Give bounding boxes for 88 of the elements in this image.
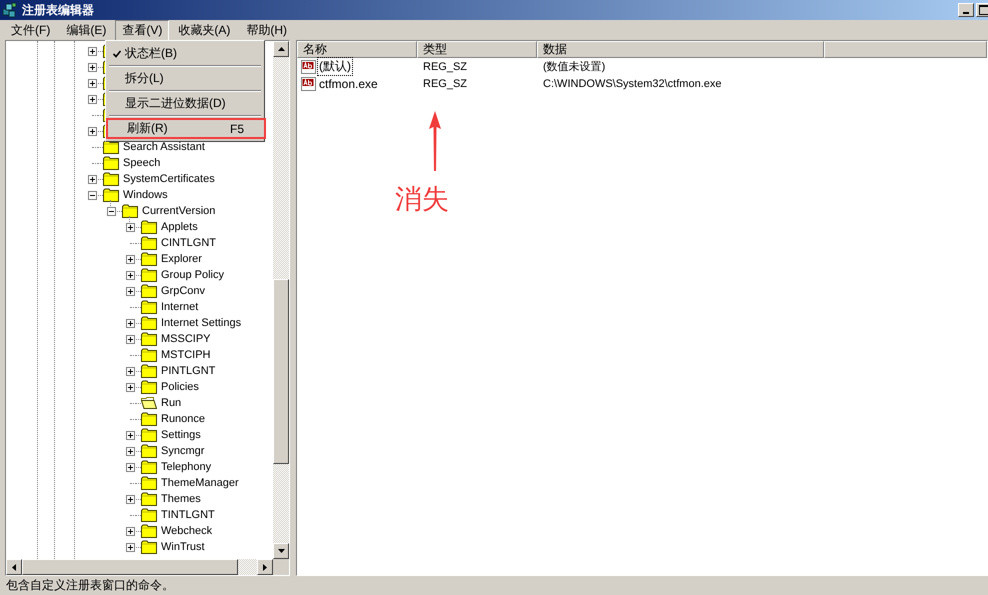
down-arrow-icon <box>278 549 284 553</box>
expand-icon[interactable] <box>126 542 135 552</box>
string-value-icon <box>301 58 317 74</box>
menu-item[interactable]: 帮助(H) <box>239 20 294 40</box>
value-type: REG_SZ <box>422 78 468 90</box>
tree-item[interactable]: Internet Settings <box>161 317 242 329</box>
menu-option[interactable]: 显示二进位数据(D) <box>108 93 262 114</box>
tree-item[interactable]: Syncmgr <box>161 445 204 457</box>
expand-icon[interactable] <box>126 494 135 504</box>
expand-icon[interactable] <box>126 334 135 344</box>
expand-icon[interactable] <box>126 286 135 296</box>
tree-item[interactable]: Webcheck <box>161 525 212 537</box>
expand-icon[interactable] <box>126 222 135 232</box>
expand-icon[interactable] <box>88 78 97 88</box>
window-title: 注册表编辑器 <box>22 2 94 18</box>
scroll-right-button[interactable] <box>257 559 273 575</box>
tree-item[interactable]: Policies <box>161 381 199 393</box>
expand-icon[interactable] <box>88 174 97 184</box>
expand-icon[interactable] <box>88 94 97 104</box>
tree-item[interactable]: Applets <box>161 221 198 233</box>
scroll-down-button[interactable] <box>273 543 289 559</box>
maximize-icon <box>979 5 988 15</box>
tree-item[interactable]: MSSCIPY <box>161 333 211 345</box>
tree-item[interactable]: WinTrust <box>161 541 205 553</box>
up-arrow-icon <box>278 47 284 51</box>
expand-icon[interactable] <box>126 446 135 456</box>
menu-item[interactable]: 编辑(E) <box>59 20 114 40</box>
status-text: 包含自定义注册表窗口的命令。 <box>5 577 175 594</box>
left-arrow-icon <box>12 564 16 570</box>
tree-item[interactable]: Speech <box>123 157 160 169</box>
tree-item[interactable]: Themes <box>161 493 201 505</box>
expand-icon[interactable] <box>126 462 135 472</box>
expand-icon[interactable] <box>126 366 135 376</box>
expand-icon[interactable] <box>126 270 135 280</box>
value-name[interactable]: ctfmon.exe <box>317 76 380 92</box>
column-header[interactable]: 数据 <box>537 41 824 58</box>
minimize-button[interactable] <box>958 3 974 17</box>
value-data: C:\WINDOWS\System32\ctfmon.exe <box>542 78 722 90</box>
annotation-text: 消失 <box>395 183 449 216</box>
expand-icon[interactable] <box>126 318 135 328</box>
horizontal-scrollbar[interactable] <box>6 559 289 575</box>
tree-item[interactable]: Settings <box>161 429 201 441</box>
menu-option[interactable]: 刷新(R) F5 <box>106 118 266 139</box>
scroll-left-button[interactable] <box>6 559 22 575</box>
menu-option[interactable]: 拆分(L) <box>108 68 262 89</box>
tree-item[interactable]: PINTLGNT <box>161 365 216 377</box>
tree-item[interactable]: TINTLGNT <box>161 509 215 521</box>
expand-icon[interactable] <box>126 430 135 440</box>
expand-icon[interactable] <box>126 382 135 392</box>
collapse-icon[interactable] <box>107 206 116 216</box>
string-value-icon <box>301 76 317 92</box>
collapse-icon[interactable] <box>88 190 97 200</box>
scroll-thumb[interactable] <box>22 559 238 575</box>
scroll-thumb[interactable] <box>273 279 289 464</box>
column-header[interactable]: 名称 <box>297 41 417 58</box>
tree-item[interactable]: Windows <box>123 189 168 201</box>
tree-item[interactable]: Telephony <box>161 461 212 473</box>
menu-item[interactable]: 收藏夹(A) <box>171 20 238 40</box>
arrow-drawing <box>428 111 442 171</box>
tree-item[interactable]: MSTCIPH <box>161 349 210 361</box>
tree-item[interactable]: GrpConv <box>161 285 206 297</box>
tree-item[interactable]: Explorer <box>161 253 202 265</box>
tree-item[interactable]: CurrentVersion <box>142 205 216 217</box>
menu-option[interactable]: 状态栏(B) <box>108 43 262 64</box>
menu-item[interactable]: 文件(F) <box>4 20 58 40</box>
tree-item[interactable]: Internet <box>161 301 198 313</box>
tree-item[interactable]: Run <box>161 397 182 409</box>
tree-item[interactable]: Search Assistant <box>123 141 205 153</box>
tree-item[interactable]: Runonce <box>161 413 206 425</box>
value-name[interactable]: (默认) <box>317 57 353 76</box>
scroll-up-button[interactable] <box>273 41 289 57</box>
tree-item[interactable]: SystemCertificates <box>123 173 215 185</box>
expand-icon[interactable] <box>88 46 97 56</box>
expand-icon[interactable] <box>88 126 97 136</box>
tree-item[interactable]: ThemeManager <box>161 477 239 489</box>
tree-item[interactable]: Group Policy <box>161 269 224 281</box>
tree-item[interactable]: CINTLGNT <box>161 237 216 249</box>
value-data: (数值未设置) <box>542 60 606 74</box>
scrollbar-corner <box>273 559 289 575</box>
value-type: REG_SZ <box>422 60 468 72</box>
expand-icon[interactable] <box>126 254 135 264</box>
maximize-button[interactable] <box>976 3 988 17</box>
registry-icon <box>2 2 18 18</box>
column-header[interactable]: 类型 <box>417 41 537 58</box>
right-arrow-icon <box>263 564 267 570</box>
expand-icon[interactable] <box>126 526 135 536</box>
vertical-scrollbar[interactable] <box>273 41 289 559</box>
expand-icon[interactable] <box>88 62 97 72</box>
